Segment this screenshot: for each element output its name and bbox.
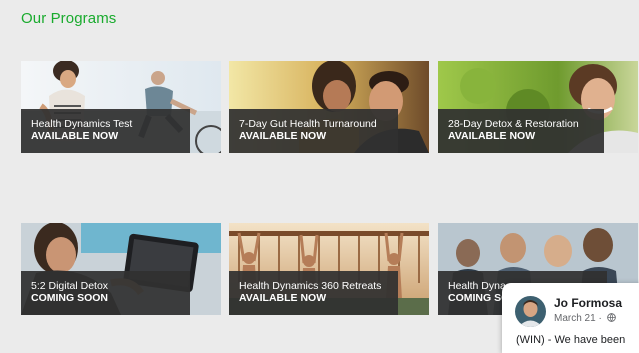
- program-status: AVAILABLE NOW: [448, 130, 536, 142]
- program-title: 7-Day Gut Health Turnaround: [239, 118, 377, 130]
- post-date-text: March 21 ·: [554, 313, 602, 324]
- post-date[interactable]: March 21 ·: [554, 313, 616, 324]
- program-card-7-day-gut-health[interactable]: 7-Day Gut Health Turnaround AVAILABLE NO…: [229, 61, 429, 153]
- program-card-28-day-detox[interactable]: 28-Day Detox & Restoration AVAILABLE NOW: [438, 61, 638, 153]
- program-card-health-dynamics-test[interactable]: Health Dynamics Test AVAILABLE NOW: [21, 61, 221, 153]
- program-caption: 5:2 Digital Detox COMING SOON: [21, 271, 190, 315]
- program-status: AVAILABLE NOW: [31, 130, 119, 142]
- program-card-360-retreats[interactable]: Health Dynamics 360 Retreats AVAILABLE N…: [229, 223, 429, 315]
- program-title: 5:2 Digital Detox: [31, 280, 109, 292]
- program-title: Health Dynamics 360 Retreats: [239, 280, 382, 292]
- program-status: COMING SOON: [31, 292, 109, 304]
- program-status: AVAILABLE NOW: [239, 130, 327, 142]
- program-caption: 28-Day Detox & Restoration AVAILABLE NOW: [438, 109, 604, 153]
- post-snippet: (WIN) - We have been: [516, 334, 626, 346]
- program-caption: Health Dynamics 360 Retreats AVAILABLE N…: [229, 271, 398, 315]
- program-caption: Health Dynamics Test AVAILABLE NOW: [21, 109, 190, 153]
- page-title: Our Programs: [21, 10, 117, 27]
- program-title: Health Dynamics Test: [31, 118, 133, 130]
- poster-name[interactable]: Jo Formosa: [554, 296, 622, 310]
- program-status: AVAILABLE NOW: [239, 292, 327, 304]
- social-post-popup[interactable]: Jo Formosa March 21 · (WIN) - We have be…: [502, 283, 639, 353]
- program-card-5-2-digital-detox[interactable]: 5:2 Digital Detox COMING SOON: [21, 223, 221, 315]
- program-caption: 7-Day Gut Health Turnaround AVAILABLE NO…: [229, 109, 398, 153]
- globe-icon: [606, 313, 616, 322]
- program-title: 28-Day Detox & Restoration: [448, 118, 579, 130]
- avatar[interactable]: [515, 296, 546, 327]
